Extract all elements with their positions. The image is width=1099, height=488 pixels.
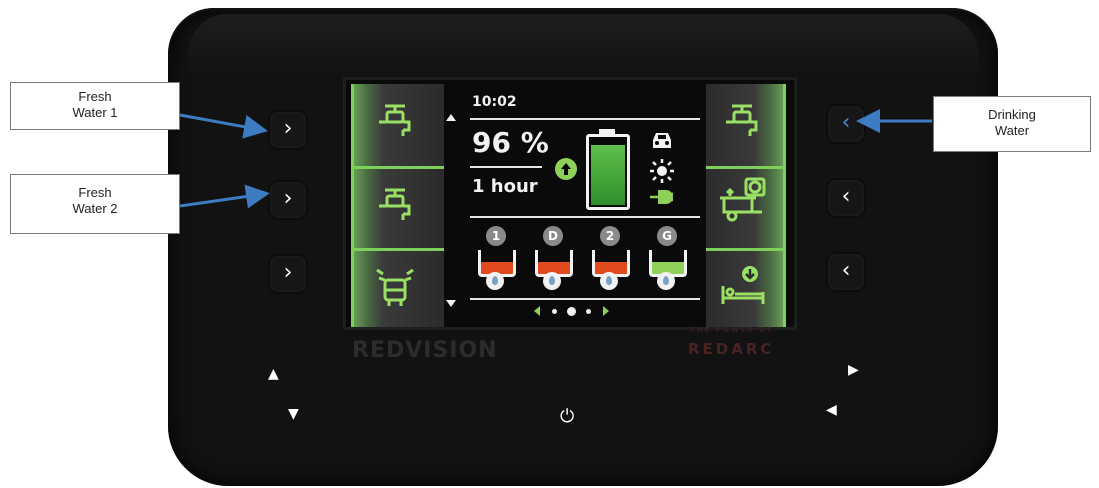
arrow-fresh-water-2 xyxy=(179,184,270,209)
callout-arrows xyxy=(179,109,932,209)
arrow-fresh-water-1 xyxy=(179,113,268,139)
